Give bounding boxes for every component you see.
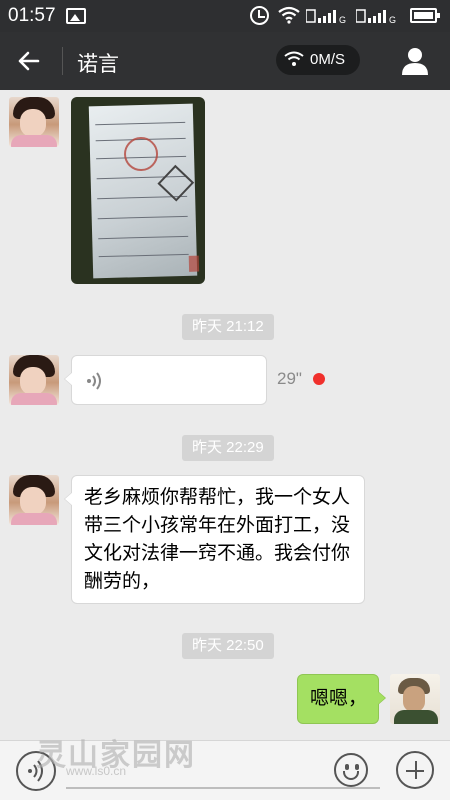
voice-duration: 29" <box>277 369 302 388</box>
sim2-signal-icon: G <box>356 9 396 25</box>
message-timestamp: 昨天 22:50 <box>182 633 274 659</box>
red-seal-stamp <box>123 136 159 172</box>
message-list[interactable]: 昨天 21:12 29" 昨天 22:29 老乡麻烦你帮帮忙，我一个女人带三个小… <box>0 90 450 740</box>
status-bar: 01:57 G G <box>0 0 450 32</box>
status-time: 01:57 <box>8 5 56 26</box>
contact-avatar[interactable] <box>9 355 59 405</box>
message-timestamp: 昨天 22:29 <box>182 435 274 461</box>
network-speed-indicator: 0M/S <box>276 45 360 75</box>
emoji-button[interactable] <box>334 753 368 787</box>
header-divider <box>62 47 63 75</box>
message-input[interactable] <box>66 787 380 789</box>
wifi-speed-icon <box>284 51 304 66</box>
photo-message[interactable] <box>71 97 205 284</box>
receipt-photo <box>88 103 200 279</box>
voice-message-bubble[interactable] <box>64 355 267 405</box>
voice-wave-icon <box>87 372 101 390</box>
my-avatar[interactable] <box>390 674 440 724</box>
chat-header: 诺言 0M/S <box>0 32 450 90</box>
wifi-status-icon <box>278 6 300 24</box>
sim1-type-label: G <box>339 15 346 25</box>
alarm-icon <box>250 6 269 25</box>
unread-dot <box>313 373 325 385</box>
contact-avatar[interactable] <box>9 97 59 147</box>
contact-info-icon[interactable] <box>401 46 429 76</box>
back-arrow-icon[interactable] <box>10 45 48 77</box>
text-message-bubble[interactable]: 老乡麻烦你帮帮忙，我一个女人带三个小孩常年在外面打工，没文化对法律一窍不通。我会… <box>64 475 365 604</box>
battery-icon <box>410 8 440 23</box>
sim2-type-label: G <box>389 15 396 25</box>
image-notification-icon <box>66 8 86 24</box>
more-options-button[interactable] <box>396 751 434 789</box>
message-timestamp: 昨天 21:12 <box>182 314 274 340</box>
chat-title: 诺言 <box>77 53 119 76</box>
contact-avatar[interactable] <box>9 475 59 525</box>
sim1-signal-icon: G <box>306 9 346 25</box>
watermark-url: www.ls0.cn <box>66 764 127 778</box>
my-message-bubble[interactable]: 嗯嗯， <box>297 674 386 724</box>
network-speed-text: 0M/S <box>310 51 346 68</box>
